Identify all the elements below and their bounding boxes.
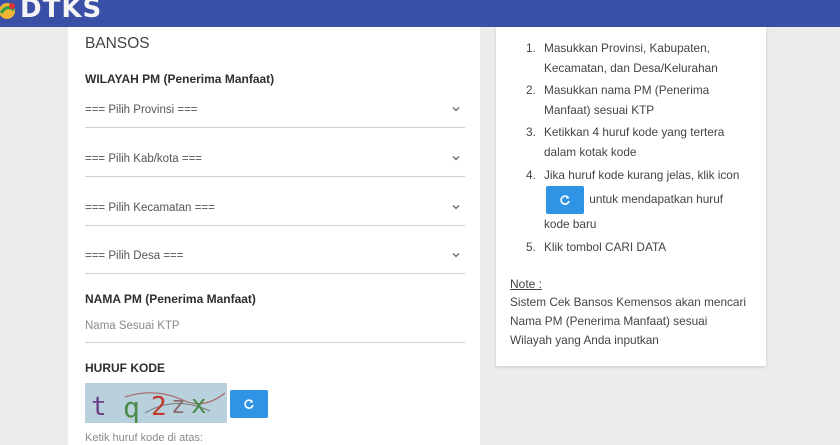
step-text: Masukkan Provinsi, Kabupaten, Kecamatan,… [544, 41, 718, 75]
captcha-image: t q 2 z x [85, 383, 227, 423]
nama-label: NAMA PM (Penerima Manfaat) [85, 292, 256, 306]
step-number: 1. [526, 41, 536, 55]
kecamatan-select-value: === Pilih Kecamatan === [85, 202, 215, 214]
svg-text:q: q [123, 391, 140, 423]
step-text: Klik tombol CARI DATA [544, 240, 667, 254]
svg-text:z: z [171, 391, 185, 419]
step-number: 4. [526, 168, 536, 182]
nama-input[interactable]: Nama Sesuai KTP [85, 313, 465, 343]
instruction-steps: 1. Masukkan Provinsi, Kabupaten, Kecamat… [526, 39, 742, 261]
step-item: 1. Masukkan Provinsi, Kabupaten, Kecamat… [526, 39, 742, 78]
step-item: 2. Masukkan nama PM (Penerima Manfaat) s… [526, 81, 742, 120]
wilayah-label: WILAYAH PM (Penerima Manfaat) [85, 72, 275, 86]
captcha-refresh-button[interactable] [230, 390, 268, 418]
kabkota-select-value: === Pilih Kab/kota === [85, 153, 203, 165]
chevron-down-icon [452, 205, 460, 210]
step-item: 4. Jika huruf kode kurang jelas, klik ic… [526, 165, 742, 235]
refresh-icon-example [546, 186, 584, 214]
kecamatan-select[interactable]: === Pilih Kecamatan === [85, 196, 465, 226]
provinsi-select[interactable]: === Pilih Provinsi === [85, 98, 465, 128]
captcha-hint: Ketik huruf kode di atas: [85, 432, 204, 444]
kode-label: HURUF KODE [85, 361, 165, 375]
kabkota-select[interactable]: === Pilih Kab/kota === [85, 147, 465, 177]
chevron-down-icon [452, 253, 460, 258]
note-body: Sistem Cek Bansos Kemensos akan mencari … [510, 295, 747, 347]
step-item: 3. Ketikkan 4 huruf kode yang tertera da… [526, 123, 742, 162]
step-text: Ketikkan 4 huruf kode yang tertera dalam… [544, 125, 725, 159]
note-title: Note : [510, 277, 543, 291]
svg-text:t: t [91, 392, 107, 422]
provinsi-select-value: === Pilih Provinsi === [85, 104, 198, 116]
desa-select[interactable]: === Pilih Desa === [85, 244, 465, 274]
logo-icon [0, 3, 15, 19]
svg-text:x: x [191, 390, 207, 420]
step-text: Masukkan nama PM (Penerima Manfaat) sesu… [544, 83, 710, 117]
bansos-form-card: BANSOS WILAYAH PM (Penerima Manfaat) ===… [68, 27, 480, 445]
top-header-bar: DTKS [0, 0, 840, 27]
step-number: 2. [526, 83, 536, 97]
site-logo[interactable]: DTKS [0, 0, 102, 24]
chevron-down-icon [452, 107, 460, 112]
step-text-before: Jika huruf kode kurang jelas, klik icon [544, 168, 740, 182]
chevron-down-icon [452, 156, 460, 161]
logo-text: DTKS [20, 0, 103, 24]
instructions-card: 1. Masukkan Provinsi, Kabupaten, Kecamat… [496, 27, 766, 366]
desa-select-value: === Pilih Desa === [85, 250, 184, 262]
nama-input-placeholder: Nama Sesuai KTP [85, 320, 180, 332]
svg-text:2: 2 [151, 392, 167, 422]
refresh-icon [244, 399, 254, 409]
refresh-icon [560, 195, 570, 205]
step-number: 5. [526, 240, 536, 254]
form-heading: BANSOS [85, 35, 150, 52]
step-number: 3. [526, 125, 536, 139]
step-item: 5. Klik tombol CARI DATA [526, 238, 742, 258]
